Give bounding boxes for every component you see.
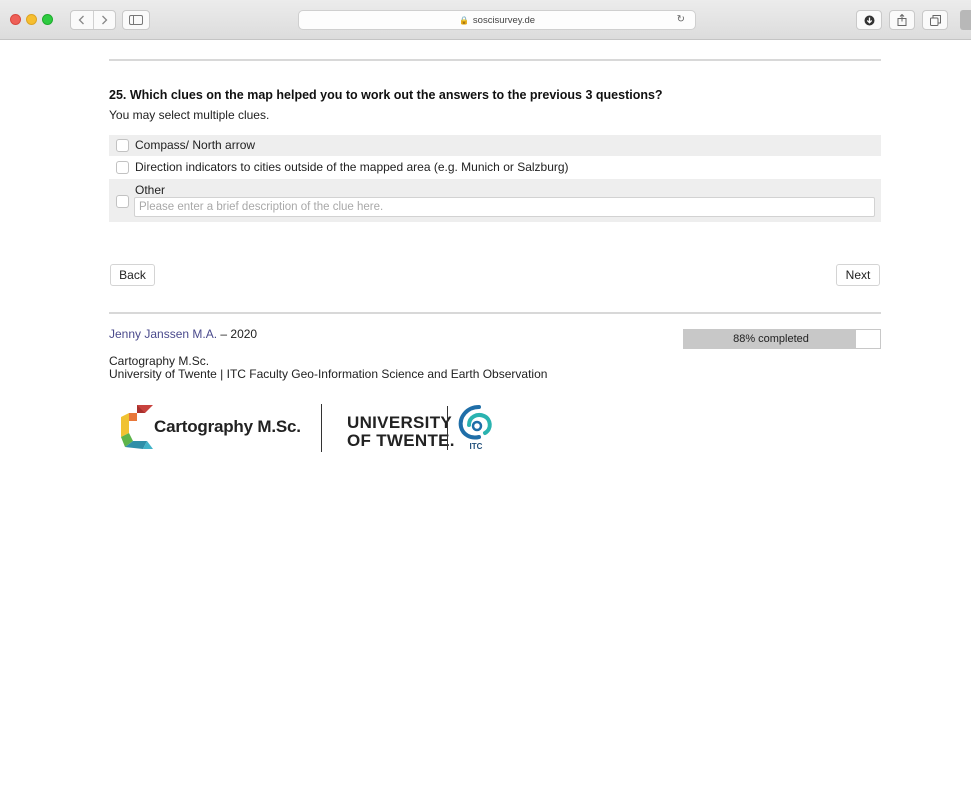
option-label: Compass/ North arrow [135,138,256,152]
tab-overview-button[interactable] [922,10,948,30]
question-hint: You may select multiple clues. [109,108,270,122]
option-label: Direction indicators to cities outside o… [135,160,569,174]
browser-toolbar: 🔒 soscisurvey.de ↻ [0,0,971,40]
author-line: Jenny Janssen M.A. – 2020 [109,327,257,341]
progress-bar: 88% completed [683,329,881,349]
chevron-left-icon [79,15,85,25]
back-nav-button[interactable] [71,11,93,29]
downloads-button[interactable] [856,10,882,30]
checkbox[interactable] [116,195,129,208]
checkbox[interactable] [116,161,129,174]
new-tab-button[interactable] [960,10,971,30]
logo-divider [447,406,448,450]
share-button[interactable] [889,10,915,30]
cartography-logo-text: Cartography M.Sc. [154,417,301,436]
question-title: 25. Which clues on the map helped you to… [109,88,663,102]
history-nav-group [70,10,116,30]
option-label: Other [135,183,166,197]
sidebar-icon [129,15,143,25]
option-direction-indicators[interactable]: Direction indicators to cities outside o… [109,157,881,178]
option-other[interactable]: Other [109,179,881,222]
back-button[interactable]: Back [110,264,155,286]
logo-divider [321,404,322,452]
url-text: soscisurvey.de [472,14,536,26]
author-year: – 2020 [217,327,258,341]
ut-logo-line1: UNIVERSITY [347,413,453,432]
sidebar-toggle-button[interactable] [122,10,150,30]
author-link[interactable]: Jenny Janssen M.A. [109,327,217,341]
cart-logo-orange [129,413,137,421]
reload-icon[interactable]: ↻ [677,14,685,25]
tabs-icon [929,14,941,26]
other-description-input[interactable] [134,197,875,217]
itc-logo-text: ITC [470,442,483,451]
ut-logo-line2: OF TWENTE. [347,431,455,450]
bottom-divider [109,312,881,314]
share-icon [897,14,907,26]
zoom-window-icon[interactable] [42,14,53,25]
close-window-icon[interactable] [10,14,21,25]
lock-icon: 🔒 [458,15,469,25]
minimize-window-icon[interactable] [26,14,37,25]
progress-label: 88% completed [733,333,809,345]
next-button[interactable]: Next [836,264,880,286]
institution-name: University of Twente | ITC Faculty Geo-I… [109,367,548,381]
program-name: Cartography M.Sc. [109,354,210,368]
cart-logo-yellow [121,413,129,437]
chevron-right-icon [102,15,108,25]
top-divider [109,59,881,61]
checkbox[interactable] [116,139,129,152]
forward-nav-button[interactable] [92,11,115,29]
address-bar[interactable]: 🔒 soscisurvey.de ↻ [298,10,696,30]
itc-logo: ITC [458,405,492,451]
option-compass[interactable]: Compass/ North arrow [109,135,881,156]
download-icon [864,15,874,25]
